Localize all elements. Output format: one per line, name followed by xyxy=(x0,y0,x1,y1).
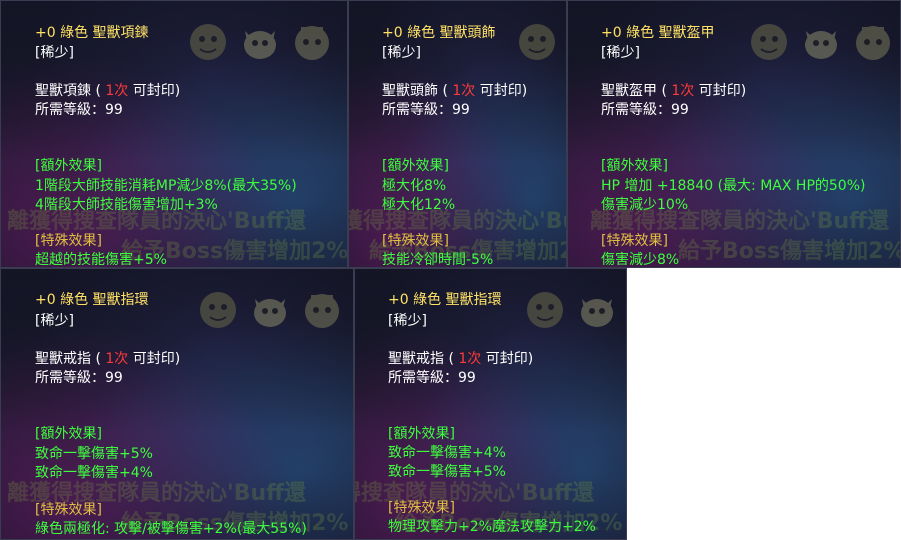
mascot-group xyxy=(187,21,333,63)
seal-count: 1次 xyxy=(105,351,129,367)
item-title: +0 綠色 聖獸頭飾 xyxy=(382,25,496,41)
extra-effects-header: [額外效果] xyxy=(382,158,449,174)
seal-suffix: 可封印) xyxy=(481,351,534,367)
required-level: 所需等級：99 xyxy=(601,102,689,118)
special-effect-line: 物理攻擊力+2%魔法攻擊力+2% xyxy=(388,519,596,535)
special-effects-header: [特殊效果] xyxy=(388,500,455,516)
item-label: 聖獸戒指 xyxy=(388,351,444,367)
seal-suffix: 可封印) xyxy=(128,351,181,367)
rarity-label: [稀少] xyxy=(35,45,74,61)
extra-effect-line: 致命一擊傷害+5% xyxy=(35,446,153,462)
item-title: +0 綠色 聖獸盔甲 xyxy=(601,25,715,41)
special-effects-header: [特殊效果] xyxy=(601,233,668,249)
mascot-icon xyxy=(805,31,837,59)
mascot-group xyxy=(516,21,558,63)
mascot-icon xyxy=(244,31,276,59)
seal-line: 聖獸盔甲 ( 1次 可封印) xyxy=(601,83,747,99)
rarity-label: [稀少] xyxy=(35,313,74,329)
mascot-icon xyxy=(581,299,613,327)
special-effect-line: 傷害減少8% xyxy=(601,252,680,268)
mascot-group xyxy=(524,289,618,331)
required-level: 所需等級：99 xyxy=(35,102,123,118)
item-label: 聖獸盔甲 xyxy=(601,83,657,99)
tooltip-ring-1: 離獲得搜查隊員的決心'Buff還 給予Boss傷害增加2% +0 綠色 聖獸指環… xyxy=(0,268,354,540)
seal-suffix: 可封印) xyxy=(128,83,181,99)
mascot-icon xyxy=(200,292,236,328)
extra-effect-line: 傷害減少10% xyxy=(601,197,689,213)
mascot-icon xyxy=(254,299,286,327)
seal-line: 聖獸頭飾 ( 1次 可封印) xyxy=(382,83,528,99)
extra-effects-header: [額外效果] xyxy=(388,426,455,442)
seal-count: 1次 xyxy=(458,351,482,367)
item-label: 聖獸項鍊 xyxy=(35,83,91,99)
seal-count: 1次 xyxy=(452,83,476,99)
required-level: 所需等級：99 xyxy=(382,102,470,118)
seal-line: 聖獸戒指 ( 1次 可封印) xyxy=(35,351,181,367)
item-label: 聖獸頭飾 xyxy=(382,83,438,99)
extra-effect-line: 極大化12% xyxy=(382,197,456,213)
tooltip-ring-2: 離獲得搜查隊員的決心'Buff還 給予Boss傷害增加2% +0 綠色 聖獸指環… xyxy=(354,268,627,540)
mascot-icon xyxy=(751,24,787,60)
extra-effect-line: 致命一擊傷害+4% xyxy=(35,465,153,481)
rarity-label: [稀少] xyxy=(601,45,640,61)
seal-count: 1次 xyxy=(671,83,695,99)
extra-effects-header: [額外效果] xyxy=(601,158,668,174)
item-title: +0 綠色 聖獸指環 xyxy=(388,292,502,308)
mascot-icon xyxy=(519,24,555,60)
special-effects-header: [特殊效果] xyxy=(35,502,102,518)
special-effects-header: [特殊效果] xyxy=(35,233,102,249)
extra-effects-header: [額外效果] xyxy=(35,158,102,174)
item-title: +0 綠色 聖獸指環 xyxy=(35,292,149,308)
required-level: 所需等級：99 xyxy=(35,370,123,386)
seal-suffix: 可封印) xyxy=(475,83,528,99)
mascot-icon xyxy=(295,26,329,60)
mascot-group xyxy=(748,21,894,63)
tooltip-armor: 離獲得搜查隊員的決心'Buff還 給予Boss傷害增加2% +0 綠色 聖獸盔甲… xyxy=(567,0,901,268)
item-title: +0 綠色 聖獸項鍊 xyxy=(35,25,149,41)
extra-effect-line: 致命一擊傷害+5% xyxy=(388,464,506,480)
special-effects-header: [特殊效果] xyxy=(382,233,449,249)
extra-effect-line: 4階段大師技能傷害增加+3% xyxy=(35,197,218,213)
tooltip-headgear: 離獲得搜查隊員的決心'Buff還 給予Boss傷害增加2% +0 綠色 聖獸頭飾… xyxy=(348,0,567,268)
seal-line: 聖獸戒指 ( 1次 可封印) xyxy=(388,351,534,367)
special-effect-line: 技能冷卻時間-5% xyxy=(382,252,494,268)
rarity-label: [稀少] xyxy=(388,313,427,329)
extra-effect-line: 1階段大師技能消耗MP減少8%(最大35%) xyxy=(35,178,297,194)
tooltip-necklace: 離獲得搜查隊員的決心'Buff還 給予Boss傷害增加2% +0 綠色 聖獸項鍊… xyxy=(0,0,348,268)
mascot-icon xyxy=(527,292,563,328)
seal-count: 1次 xyxy=(105,83,129,99)
mascot-icon xyxy=(305,294,339,328)
special-effect-line: 超越的技能傷害+5% xyxy=(35,252,167,268)
mascot-icon xyxy=(190,24,226,60)
required-level: 所需等級：99 xyxy=(388,370,476,386)
extra-effect-line: 極大化8% xyxy=(382,178,447,194)
extra-effects-header: [額外效果] xyxy=(35,426,102,442)
special-effect-line: 綠色兩極化: 攻擊/被擊傷害+2%(最大55%) xyxy=(35,521,307,537)
extra-effect-line: HP 增加 +18840 (最大: MAX HP的50%) xyxy=(601,178,866,194)
seal-line: 聖獸項鍊 ( 1次 可封印) xyxy=(35,83,181,99)
seal-suffix: 可封印) xyxy=(694,83,747,99)
item-label: 聖獸戒指 xyxy=(35,351,91,367)
mascot-group xyxy=(197,289,343,331)
extra-effect-line: 致命一擊傷害+4% xyxy=(388,445,506,461)
mascot-icon xyxy=(856,26,890,60)
rarity-label: [稀少] xyxy=(382,45,421,61)
